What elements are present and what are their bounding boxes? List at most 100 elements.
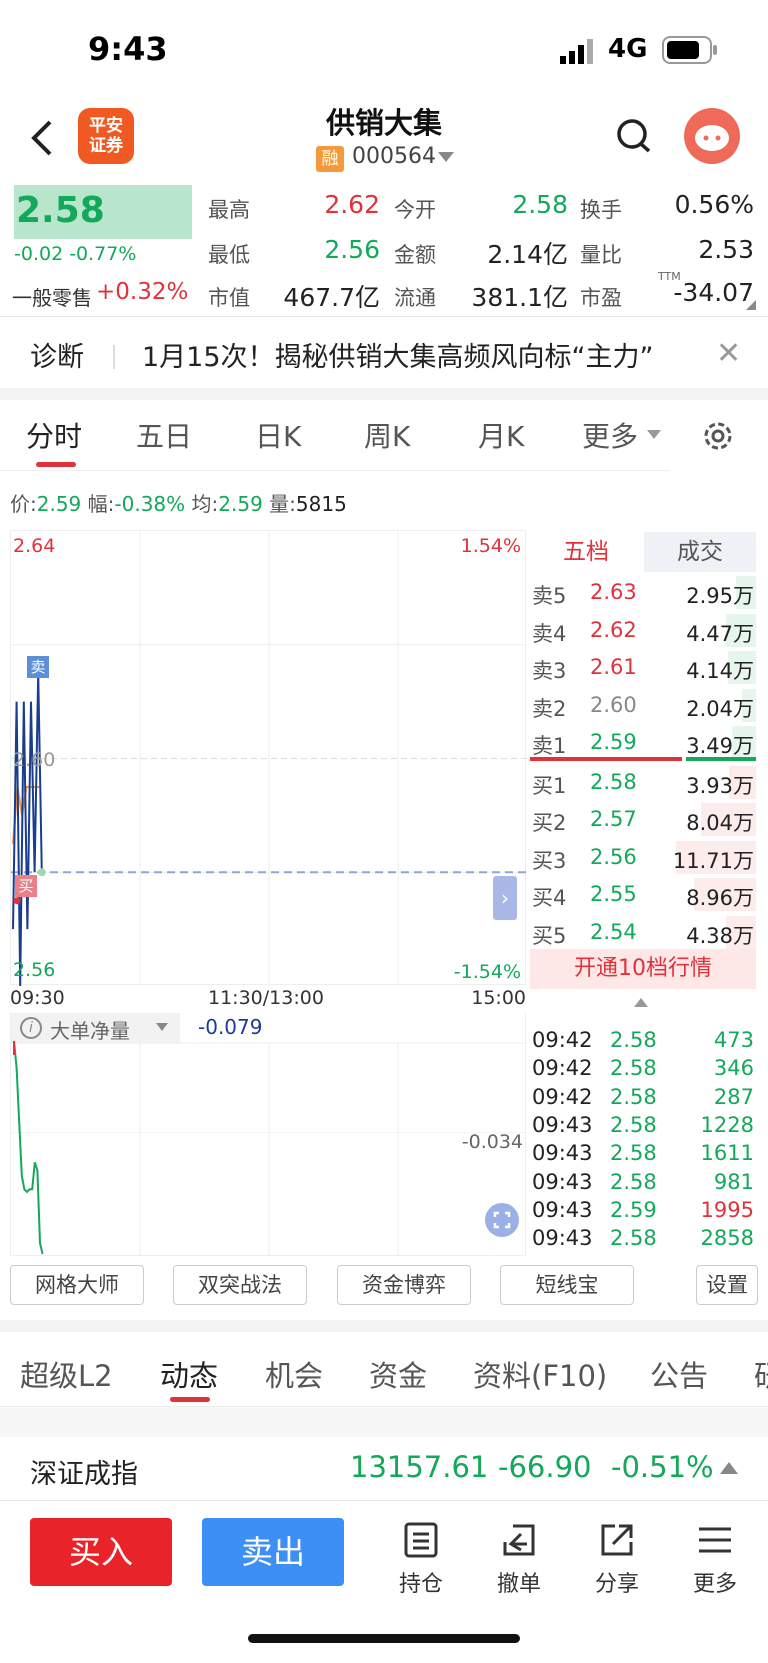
trade-price: 2.58 [610,1084,657,1109]
order-price: 2.59 [590,730,637,754]
sell-marker[interactable]: 卖 [27,656,49,678]
low-point [13,897,21,905]
chevron-up-icon[interactable] [634,998,648,1007]
more-label: 更多 [692,1572,737,1597]
chevron-right-icon[interactable]: › [493,876,517,920]
tab-monthly-k[interactable]: 月K [478,415,524,455]
menu-icon [699,1527,731,1553]
diagnosis-headline[interactable]: 1月15次！揭秘供销大集高频风向标“主力” [142,335,654,374]
trade-time: 09:43 [532,1226,593,1251]
trade-price: 2.58 [610,1169,657,1194]
intraday-chart[interactable]: 2.64 2.60 2.56 1.54% -1.54% 卖 买 › [10,530,527,986]
y-top-label: 2.64 [13,535,56,557]
more-button[interactable]: 更多 [680,1520,750,1598]
order-side: 买3 [532,848,567,873]
tab-weekly-k[interactable]: 周K [364,415,410,455]
expand-icon[interactable] [485,1203,519,1237]
tab-opportunity[interactable]: 机会 [265,1353,323,1395]
order-side: 卖5 [532,584,567,608]
order-side: 卖2 [532,696,567,721]
stat-value: 2.53 [698,235,754,264]
stat-label: 流通 [394,286,436,310]
tab-order-book[interactable]: 五档 [530,532,642,572]
order-price: 2.54 [590,919,637,944]
cancel-order-button[interactable]: 撤单 [484,1520,554,1598]
order-book-row[interactable]: 买4 2.55 8.96万 [530,876,756,913]
search-icon[interactable] [614,116,654,156]
buy-marker[interactable]: 买 [15,875,37,897]
trade-row: 09:43 2.58 1611 [530,1139,756,1167]
holdings-button[interactable]: 持仓 [386,1520,456,1598]
tab-intraday[interactable]: 分时 [26,415,82,455]
tab-announcements[interactable]: 公告 [650,1353,708,1395]
chat-bubble-icon [695,125,729,151]
order-book-row[interactable]: 买2 2.57 8.04万 [530,801,756,838]
net-volume-line [13,1040,44,1255]
x-tick-label: 09:30 [10,987,65,1009]
trade-time: 09:43 [532,1112,593,1137]
current-point [37,868,46,877]
corner-expand-icon[interactable] [746,300,756,310]
tab-funds[interactable]: 资金 [369,1353,427,1395]
stock-code[interactable]: 000564 [352,144,436,169]
share-button[interactable]: 分享 [582,1520,652,1598]
chart-info-line: 价:2.59 幅:-0.38% 均:2.59 量:5815 [10,492,347,516]
order-book-row[interactable]: 卖5 2.63 2.95万 [530,574,756,611]
sector-label[interactable]: 一般零售 [12,282,92,311]
tab-research[interactable]: 研 [754,1353,768,1395]
order-volume: 2.95万 [686,584,754,608]
order-book-row[interactable]: 卖4 2.62 4.47万 [530,612,756,649]
trade-volume: 1995 [700,1197,754,1222]
gear-icon[interactable] [700,418,736,454]
order-volume: 2.04万 [686,696,754,721]
order-book-row[interactable]: 买5 2.54 4.38万 [530,914,756,951]
order-book-row[interactable]: 买1 2.58 3.93万 [530,764,756,801]
trade-row: 09:42 2.58 287 [530,1083,756,1111]
tab-more[interactable]: 更多 [582,415,638,455]
trade-row: 09:43 2.58 981 [530,1168,756,1196]
strategy-button[interactable]: 网格大师 [10,1265,144,1305]
buy-button[interactable]: 买入 [30,1518,172,1586]
order-book-row[interactable]: 卖2 2.60 2.04万 [530,687,756,724]
tab-super-l2[interactable]: 超级L2 [20,1353,113,1395]
trade-price: 2.58 [610,1141,657,1166]
order-book-row[interactable]: 卖1 2.59 3.49万 [530,724,756,761]
index-name[interactable]: 深证成指 [30,1452,138,1491]
strategy-button[interactable]: 短线宝 [500,1265,634,1305]
strategy-button[interactable]: 双突战法 [173,1265,307,1305]
y-mid-label: 2.60 [13,749,56,771]
tab-five-day[interactable]: 五日 [136,415,192,455]
y-bottom-label: 2.56 [13,959,56,981]
order-volume: 4.47万 [686,621,754,646]
stat-label: 市值 [208,286,250,310]
diagnosis-label[interactable]: 诊断 [30,335,84,374]
sell-buy-ratio-bar [686,757,756,761]
tab-news[interactable]: 动态 [160,1353,218,1395]
chevron-down-icon[interactable] [438,152,454,162]
big-order-chart[interactable]: -0.034 [10,1013,527,1256]
strategy-button[interactable]: 资金博弈 [337,1265,471,1305]
margin-badge: 融 [316,146,344,172]
close-icon[interactable]: ✕ [716,336,741,371]
stat-label: 换手 [580,198,622,222]
stat-value: 2.62 [324,190,380,219]
order-book-row[interactable]: 买3 2.56 11.71万 [530,839,756,876]
sector-change[interactable]: +0.32% [96,279,188,305]
tab-f10[interactable]: 资料(F10) [473,1353,607,1395]
tab-trades[interactable]: 成交 [644,532,756,572]
divider [113,345,115,369]
axis-value: -0.034 [461,1131,523,1153]
settings-button[interactable]: 设置 [696,1265,758,1305]
assistant-avatar[interactable] [684,108,740,164]
chevron-up-icon[interactable] [720,1462,738,1474]
price-line [12,673,43,986]
chevron-down-icon[interactable] [647,430,661,439]
order-price: 2.63 [590,580,637,604]
tab-daily-k[interactable]: 日K [255,415,301,455]
divider [0,470,670,471]
order-book-row[interactable]: 卖3 2.61 4.14万 [530,649,756,686]
stat-label: 量比 [580,243,622,267]
trade-volume: 346 [713,1056,754,1081]
sell-button[interactable]: 卖出 [202,1518,344,1586]
open-level10-button[interactable]: 开通10档行情 [530,949,756,989]
